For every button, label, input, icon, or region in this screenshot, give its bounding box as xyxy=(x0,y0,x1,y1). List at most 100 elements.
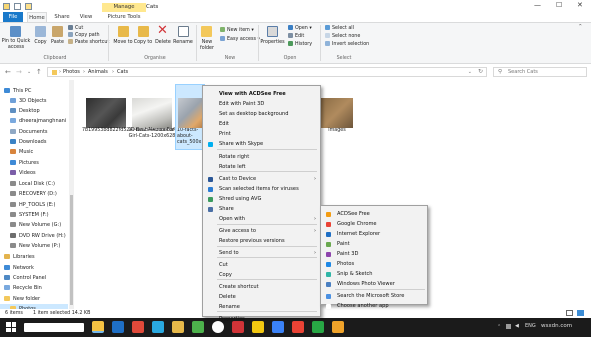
invert-selection-button[interactable]: Invert selection xyxy=(325,41,369,48)
taskbar-app-icon[interactable] xyxy=(92,321,104,333)
taskbar-app-icon[interactable] xyxy=(152,321,164,333)
context-menu-item[interactable]: Restore previous versions xyxy=(203,236,320,246)
taskbar-app-icon[interactable] xyxy=(112,321,124,333)
properties-button[interactable]: Properties xyxy=(259,40,286,46)
open-with-item[interactable]: Choose another app xyxy=(321,301,427,311)
paste-shortcut-button[interactable]: Paste shortcut xyxy=(68,39,109,46)
tab-file[interactable]: File xyxy=(3,12,23,22)
select-all-button[interactable]: Select all xyxy=(325,25,354,32)
forward-icon[interactable]: → xyxy=(16,67,22,77)
nav-item[interactable]: Downloads xyxy=(10,137,46,147)
move-to-button[interactable]: Move to xyxy=(113,40,133,46)
open-with-item[interactable]: Paint xyxy=(321,239,427,249)
select-none-button[interactable]: Select none xyxy=(325,33,360,40)
open-with-item[interactable]: Photos xyxy=(321,259,427,269)
address-bar[interactable]: › Photos › Animals › Cats ⌄ ↻ xyxy=(47,67,487,77)
context-menu-item[interactable]: Give access to › xyxy=(203,226,320,236)
context-menu-item[interactable]: Rotate right xyxy=(203,152,320,162)
copy-to-button[interactable]: Copy to xyxy=(133,40,153,46)
context-menu-item[interactable]: Open with › xyxy=(203,214,320,224)
nav-item[interactable]: 3D Objects xyxy=(10,96,47,106)
open-with-item[interactable]: Google Chrome xyxy=(321,219,427,229)
context-menu-item[interactable]: Share with Skype xyxy=(203,139,320,149)
context-menu-item[interactable]: Edit with Paint 3D xyxy=(203,99,320,109)
maximize-button[interactable]: ☐ xyxy=(556,1,562,9)
volume-icon[interactable]: ◀ xyxy=(515,323,519,329)
context-menu-item[interactable]: Shred using AVG xyxy=(203,194,320,204)
taskbar-search-box[interactable] xyxy=(24,323,84,332)
taskbar-app-icon[interactable] xyxy=(132,321,144,333)
back-icon[interactable]: ← xyxy=(5,67,11,77)
breadcrumb-photos[interactable]: Photos xyxy=(63,68,80,76)
file-thumbnail-1[interactable] xyxy=(86,98,126,128)
context-menu-item[interactable]: View with ACDSee Free xyxy=(203,89,320,99)
nav-item[interactable]: dheerajmanghnani xyxy=(10,116,66,126)
close-button[interactable]: ✕ xyxy=(577,1,583,9)
nav-item[interactable]: New Volume (G:) xyxy=(10,220,61,230)
nav-item[interactable]: Libraries xyxy=(4,252,35,262)
cut-button[interactable]: Cut xyxy=(68,25,83,32)
easy-access-button[interactable]: Easy access ▾ xyxy=(220,36,260,43)
open-with-item[interactable]: Internet Explorer xyxy=(321,229,427,239)
tab-share[interactable]: Share xyxy=(52,12,72,22)
file-thumbnail-2[interactable] xyxy=(132,98,172,128)
nav-item[interactable]: This PC xyxy=(4,86,31,96)
context-menu-item[interactable]: Cut xyxy=(203,260,320,270)
file-name-1[interactable]: 7b19953bd822fd5247fea25442c8b8af xyxy=(82,128,175,134)
new-folder-button[interactable]: New folder xyxy=(196,40,218,51)
address-dropdown-icon[interactable]: ⌄ xyxy=(468,68,472,76)
open-with-item[interactable]: Paint 3D xyxy=(321,249,427,259)
details-view-icon[interactable] xyxy=(566,310,573,316)
nav-item[interactable]: Network xyxy=(4,263,34,273)
recent-dropdown-icon[interactable]: ⌄ xyxy=(27,67,31,77)
taskbar-app-icon[interactable] xyxy=(172,321,184,333)
nav-item[interactable]: Local Disk (C:) xyxy=(10,179,55,189)
breadcrumb-cats[interactable]: Cats xyxy=(117,68,128,76)
file-thumbnail-4[interactable] xyxy=(321,98,353,128)
context-menu-item[interactable]: Scan selected items for viruses xyxy=(203,184,320,194)
pin-quick-access-button[interactable]: Pin to Quick access xyxy=(1,39,31,50)
nav-item[interactable]: Music xyxy=(10,147,33,157)
refresh-icon[interactable]: ↻ xyxy=(478,68,483,76)
rename-button[interactable]: Rename xyxy=(173,40,193,46)
context-menu-item[interactable]: Cast to Device › xyxy=(203,174,320,184)
new-item-button[interactable]: New item ▾ xyxy=(220,27,254,34)
nav-item[interactable]: Videos xyxy=(10,168,36,178)
delete-button[interactable]: Delete xyxy=(154,40,172,46)
nav-item[interactable]: HP_TOOLS (E:) xyxy=(10,200,56,210)
nav-item[interactable]: DVD RW Drive (H:) xyxy=(10,231,66,241)
context-menu-item[interactable]: Properties xyxy=(203,314,320,324)
nav-item[interactable]: New folder xyxy=(4,294,40,304)
ribbon-collapse-icon[interactable]: ⌃ xyxy=(578,24,583,30)
nav-item[interactable]: Desktop xyxy=(10,106,40,116)
breadcrumb-animals[interactable]: Animals xyxy=(88,68,108,76)
tab-home[interactable]: Home xyxy=(27,12,47,22)
open-button[interactable]: Open ▾ xyxy=(288,25,312,32)
edit-button[interactable]: Edit xyxy=(288,33,304,40)
minimize-button[interactable]: — xyxy=(534,1,541,9)
file-name-3[interactable]: 10-facts-about-cats_500x xyxy=(177,128,205,146)
clock[interactable]: wsxdn.com xyxy=(541,323,572,329)
context-menu-item[interactable]: Delete xyxy=(203,292,320,302)
open-with-item[interactable]: Windows Photo Viewer xyxy=(321,279,427,289)
network-icon[interactable] xyxy=(506,324,511,329)
language-indicator[interactable]: ENG xyxy=(525,323,536,329)
search-box[interactable]: ⚲ Search Cats xyxy=(493,67,587,77)
context-menu-item[interactable]: Print xyxy=(203,129,320,139)
nav-item[interactable]: RECOVERY (D:) xyxy=(10,189,57,199)
context-menu-item[interactable]: Create shortcut xyxy=(203,282,320,292)
context-menu-item[interactable]: Set as desktop background xyxy=(203,109,320,119)
nav-scrollbar-thumb[interactable] xyxy=(70,195,73,305)
paste-button[interactable]: Paste xyxy=(49,40,66,46)
copy-path-button[interactable]: Copy path xyxy=(68,32,100,39)
history-button[interactable]: History xyxy=(288,41,312,48)
file-name-2[interactable]: 10-Best-Names-For-Girl-Cats-1200x628 xyxy=(128,128,176,140)
start-button[interactable] xyxy=(6,322,16,332)
copy-button[interactable]: Copy xyxy=(32,40,49,46)
context-menu-item[interactable]: Edit xyxy=(203,119,320,129)
nav-item[interactable]: SYSTEM (F:) xyxy=(10,210,49,220)
open-with-item[interactable]: Search the Microsoft Store xyxy=(321,291,427,301)
taskbar-app-icon[interactable] xyxy=(332,321,344,333)
manage-contextual-tab[interactable]: Manage xyxy=(102,3,146,12)
tray-up-icon[interactable]: ⌃ xyxy=(497,324,501,330)
